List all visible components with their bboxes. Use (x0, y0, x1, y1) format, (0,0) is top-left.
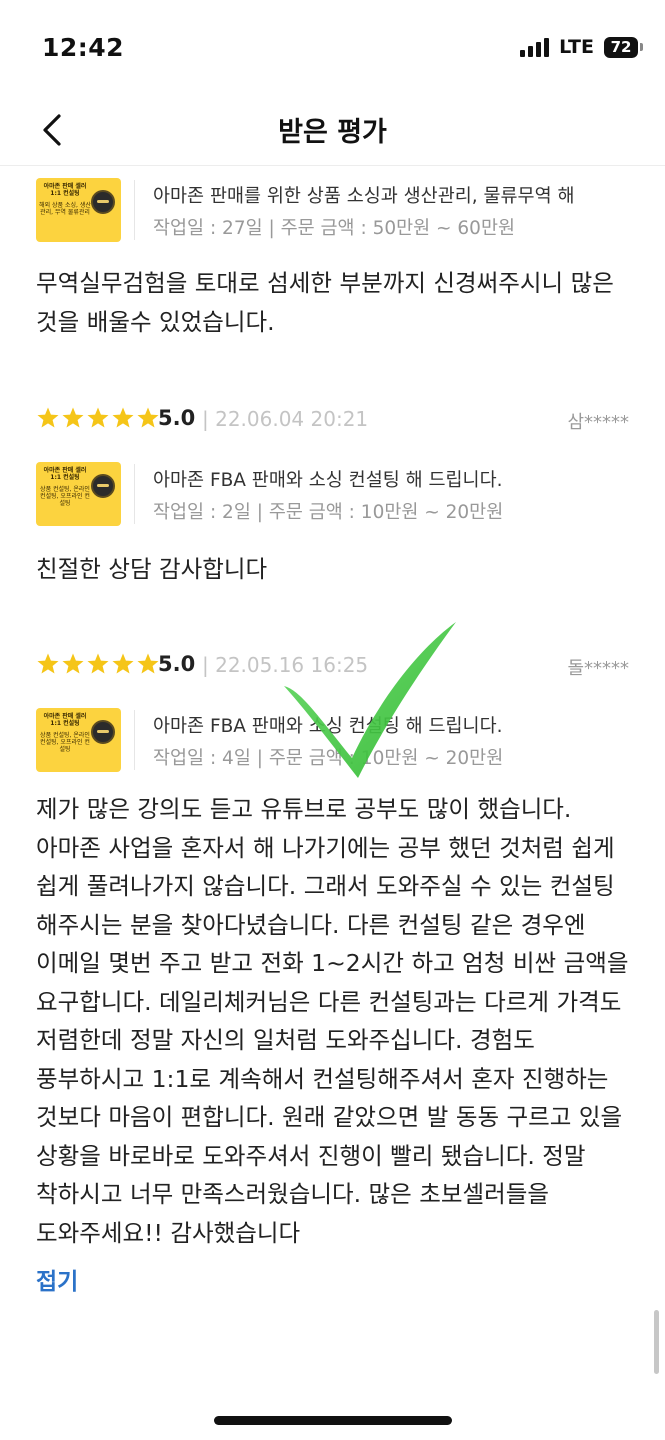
star-icon (37, 407, 59, 428)
review-comment: 제가 많은 강의도 듣고 유튜브로 공부도 많이 했습니다. 아마존 사업을 혼… (36, 795, 629, 1247)
page-title: 받은 평가 (278, 117, 387, 148)
review-product[interactable]: 아마존 판매 셀러 1:1 컨설팅 해외 상품 소싱, 생산관리, 무역 물류관… (0, 178, 665, 246)
product-meta: 작업일 : 4일 | 주문 금액 : 10만원 ~ 20만원 (153, 748, 504, 769)
star-icon (62, 653, 84, 674)
product-meta: 작업일 : 27일 | 주문 금액 : 50만원 ~ 60만원 (153, 218, 515, 239)
status-time: 12:42 (42, 33, 125, 62)
status-indicators: LTE 72 (520, 36, 643, 58)
status-bar: 12:42 LTE 72 (0, 0, 665, 96)
home-indicator[interactable] (214, 1416, 452, 1425)
star-icon (112, 407, 134, 428)
review-date: | 22.06.04 20:21 (202, 407, 369, 431)
review-item: 아마존 판매 셀러 1:1 컨설팅 해외 상품 소싱, 생산관리, 무역 물류관… (0, 178, 665, 341)
fold-button[interactable]: 접기 (36, 1262, 78, 1296)
scrollbar[interactable] (654, 1310, 659, 1374)
network-type: LTE (559, 36, 594, 58)
star-icon (62, 407, 84, 428)
battery-level: 72 (604, 36, 638, 58)
product-thumbnail[interactable]: 아마존 판매 셀러 1:1 컨설팅 해외 상품 소싱, 생산관리, 무역 물류관… (36, 178, 121, 242)
star-icon (87, 407, 109, 428)
nav-header: 받은 평가 (0, 96, 665, 166)
star-rating (36, 406, 160, 430)
avatar (91, 720, 115, 744)
battery-icon: 72 (604, 36, 643, 58)
thumbnail-title: 아마존 판매 셀러 1:1 컨설팅 (43, 183, 87, 197)
rating-row: 5.0 | 22.06.04 20:21 삼***** (0, 400, 665, 440)
review-item: 5.0 | 22.05.16 16:25 돌***** 아마존 판매 셀러 1:… (0, 646, 665, 1296)
rating-score: 5.0 (158, 406, 196, 430)
divider (134, 180, 135, 240)
review-product[interactable]: 아마존 판매 셀러 1:1 컨설팅 상품 컨설팅, 온라인 컨설팅, 오프라인 … (0, 708, 665, 776)
divider (134, 464, 135, 524)
review-date: | 22.05.16 16:25 (202, 653, 369, 677)
star-icon (37, 653, 59, 674)
product-title[interactable]: 아마존 판매를 위한 상품 소싱과 생산관리, 물류무역 해 (153, 182, 633, 208)
star-rating (36, 652, 160, 676)
review-item: 5.0 | 22.06.04 20:21 삼***** 아마존 판매 셀러 1:… (0, 400, 665, 589)
signal-icon (520, 37, 550, 57)
avatar (91, 190, 115, 214)
product-thumbnail[interactable]: 아마존 판매 셀러 1:1 컨설팅 상품 컨설팅, 온라인 컨설팅, 오프라인 … (36, 462, 121, 526)
product-title[interactable]: 아마존 FBA 판매와 소싱 컨설팅 해 드립니다. (153, 712, 633, 738)
divider (134, 710, 135, 770)
review-comment: 무역실무검험을 토대로 섬세한 부분까지 신경써주시니 많은 것을 배울수 있었… (36, 269, 614, 336)
review-product[interactable]: 아마존 판매 셀러 1:1 컨설팅 상품 컨설팅, 온라인 컨설팅, 오프라인 … (0, 462, 665, 530)
product-title[interactable]: 아마존 FBA 판매와 소싱 컨설팅 해 드립니다. (153, 466, 633, 492)
product-thumbnail[interactable]: 아마존 판매 셀러 1:1 컨설팅 상품 컨설팅, 온라인 컨설팅, 오프라인 … (36, 708, 121, 772)
star-icon (137, 407, 159, 428)
avatar (91, 474, 115, 498)
rating-row: 5.0 | 22.05.16 16:25 돌***** (0, 646, 665, 686)
thumbnail-title: 아마존 판매 셀러 1:1 컨설팅 (43, 467, 87, 481)
thumbnail-subtitle: 상품 컨설팅, 온라인 컨설팅, 오프라인 컨설팅 (40, 486, 90, 507)
star-icon (87, 653, 109, 674)
thumbnail-subtitle: 상품 컨설팅, 온라인 컨설팅, 오프라인 컨설팅 (40, 732, 90, 753)
thumbnail-subtitle: 해외 상품 소싱, 생산관리, 무역 물류관리 (39, 202, 91, 216)
rating-score: 5.0 (158, 652, 196, 676)
thumbnail-title: 아마존 판매 셀러 1:1 컨설팅 (43, 713, 87, 727)
star-icon (137, 653, 159, 674)
product-meta: 작업일 : 2일 | 주문 금액 : 10만원 ~ 20만원 (153, 502, 504, 523)
review-comment: 친절한 상담 감사합니다 (36, 555, 268, 583)
reviewer-name: 돌***** (567, 658, 629, 679)
star-icon (112, 653, 134, 674)
reviewer-name: 삼***** (567, 412, 629, 433)
